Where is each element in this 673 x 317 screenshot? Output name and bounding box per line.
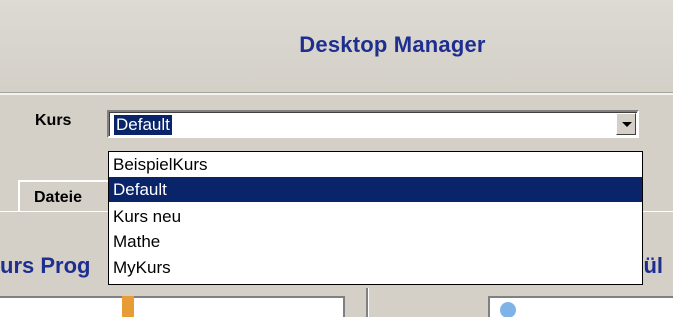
panel-divider[interactable]: [366, 288, 369, 317]
kurs-select-value: Default: [113, 114, 173, 136]
dropdown-option-mykurs[interactable]: MyKurs: [109, 255, 642, 280]
dropdown-option-default[interactable]: Default: [109, 177, 642, 202]
header-divider: [0, 92, 673, 95]
page-title: Desktop Manager: [299, 32, 486, 57]
kurs-select[interactable]: Default: [107, 110, 639, 138]
left-list-box[interactable]: [0, 296, 345, 317]
tab-dateien[interactable]: Dateie: [18, 180, 118, 212]
dropdown-option-mathe[interactable]: Mathe: [109, 229, 642, 254]
folder-icon: [122, 296, 134, 317]
globe-icon: [500, 302, 516, 317]
kurs-label: Kurs: [35, 112, 72, 129]
kurs-dropdown-list[interactable]: BeispielKurs Default Kurs neu Mathe MyKu…: [108, 151, 643, 285]
tab-dateien-label: Dateie: [34, 189, 83, 206]
dropdown-option-beispielkurs[interactable]: BeispielKurs: [109, 152, 642, 177]
chevron-down-icon: [622, 122, 632, 127]
kurs-dropdown-button[interactable]: [616, 113, 636, 135]
right-list-box[interactable]: [488, 296, 673, 317]
header: Desktop Manager: [0, 0, 673, 92]
desktop-manager-window: Desktop Manager Kurs Default Dateie urs …: [0, 0, 673, 317]
dropdown-option-kurs-neu[interactable]: Kurs neu: [109, 204, 642, 229]
